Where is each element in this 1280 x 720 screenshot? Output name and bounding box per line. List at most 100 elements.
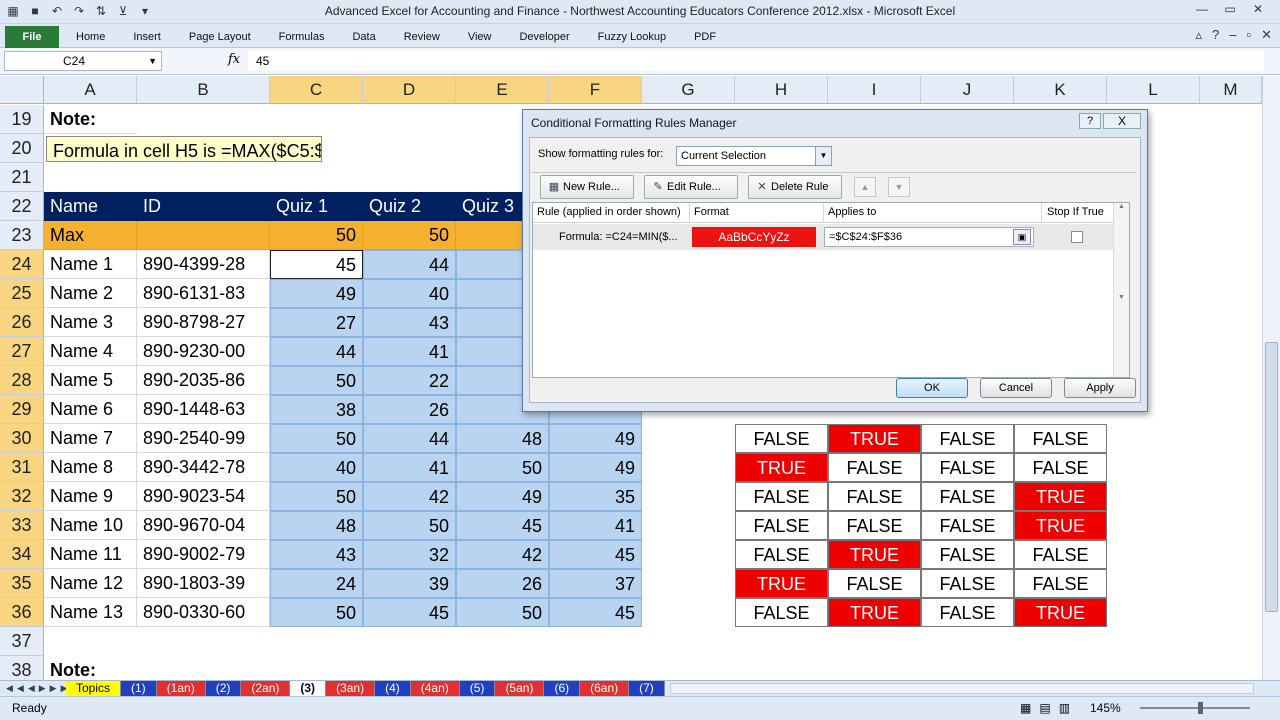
row-header[interactable]: 37 (0, 627, 44, 656)
sheet-tab[interactable]: (3) (290, 681, 327, 696)
quiz-score[interactable]: 41 (363, 337, 456, 366)
quiz-score[interactable]: 50 (456, 453, 549, 482)
row-header[interactable]: 24 (0, 250, 44, 279)
result-cell[interactable]: TRUE (1014, 511, 1107, 540)
quiz-score[interactable]: 38 (270, 395, 363, 424)
note-label[interactable]: Note: (44, 105, 137, 134)
quiz-score[interactable]: 49 (270, 279, 363, 308)
cancel-button[interactable]: Cancel (980, 378, 1052, 398)
sheet-tab[interactable]: Topics (66, 681, 122, 696)
row-header[interactable]: 28 (0, 366, 44, 395)
student-name[interactable]: Name 1 (44, 250, 137, 279)
result-cell[interactable]: FALSE (1014, 453, 1107, 482)
row-header[interactable]: 22 (0, 192, 44, 221)
column-header[interactable]: D (363, 76, 456, 104)
quiz-score[interactable]: 35 (549, 482, 642, 511)
result-cell[interactable]: FALSE (735, 540, 828, 569)
quiz-score[interactable]: 26 (456, 569, 549, 598)
result-cell[interactable]: FALSE (921, 598, 1014, 627)
stop-if-true-checkbox[interactable] (1071, 231, 1083, 243)
row-header[interactable]: 29 (0, 395, 44, 424)
student-id[interactable]: 890-4399-28 (137, 250, 270, 279)
quiz-score[interactable]: 26 (363, 395, 456, 424)
show-rules-select[interactable]: Current Selection ▼ (676, 146, 832, 166)
horizontal-scrollbar[interactable] (670, 683, 1254, 694)
row-header[interactable]: 33 (0, 511, 44, 540)
result-cell[interactable]: FALSE (735, 598, 828, 627)
result-cell[interactable]: TRUE (1014, 482, 1107, 511)
result-cell[interactable]: FALSE (1014, 569, 1107, 598)
sheet-tab[interactable]: (5) (459, 681, 496, 696)
result-cell[interactable]: TRUE (828, 598, 921, 627)
row-header[interactable]: 31 (0, 453, 44, 482)
row-header[interactable]: 30 (0, 424, 44, 453)
student-id[interactable]: 890-1448-63 (137, 395, 270, 424)
quiz-score[interactable]: 50 (270, 424, 363, 453)
move-down-icon[interactable]: ▼ (888, 177, 910, 197)
zoom-slider[interactable] (1140, 702, 1250, 714)
result-cell[interactable]: FALSE (735, 511, 828, 540)
ribbon-tab[interactable]: Fuzzy Lookup (584, 26, 680, 48)
ribbon-tab[interactable]: Page Layout (175, 26, 265, 48)
quiz-score[interactable]: 50 (456, 598, 549, 627)
quiz-score[interactable]: 40 (270, 453, 363, 482)
zoom-slider-handle[interactable] (1198, 702, 1203, 714)
column-header[interactable]: L (1107, 76, 1200, 104)
result-cell[interactable]: FALSE (921, 424, 1014, 453)
student-name[interactable]: Name 13 (44, 598, 137, 627)
sheet-tab[interactable]: (5an) (495, 681, 545, 696)
max-value[interactable]: 50 (363, 221, 456, 250)
ok-button[interactable]: OK (896, 378, 968, 398)
rules-scrollbar[interactable]: ▲ ▼ (1113, 203, 1129, 377)
ribbon-tab[interactable]: Home (62, 26, 119, 48)
tab-file[interactable]: File (5, 26, 59, 48)
sheet-tab[interactable]: (7) (629, 681, 665, 696)
formula-input[interactable]: 45 (248, 51, 1264, 71)
student-name[interactable]: Name 12 (44, 569, 137, 598)
max-label[interactable]: Max (44, 221, 137, 250)
ribbon-tab[interactable]: PDF (680, 26, 730, 48)
quiz-score[interactable]: 27 (270, 308, 363, 337)
quiz-score[interactable]: 45 (549, 540, 642, 569)
result-cell[interactable]: FALSE (921, 482, 1014, 511)
column-header[interactable]: M (1200, 76, 1262, 104)
table-header[interactable]: ID (137, 192, 270, 221)
sheet-tab[interactable]: (4an) (410, 681, 460, 696)
sheet-tab[interactable]: (1) (121, 681, 157, 696)
result-cell[interactable]: TRUE (735, 453, 828, 482)
result-cell[interactable]: TRUE (735, 569, 828, 598)
row-header[interactable]: 35 (0, 569, 44, 598)
result-cell[interactable]: FALSE (735, 482, 828, 511)
quiz-score[interactable]: 32 (363, 540, 456, 569)
student-name[interactable]: Name 9 (44, 482, 137, 511)
sheet-tab[interactable]: (1an) (156, 681, 206, 696)
quiz-score[interactable]: 48 (270, 511, 363, 540)
quiz-score[interactable]: 48 (456, 424, 549, 453)
insert-function-icon[interactable]: fx (228, 52, 240, 67)
row-header[interactable]: 36 (0, 598, 44, 627)
student-name[interactable]: Name 10 (44, 511, 137, 540)
quiz-score[interactable]: 42 (456, 540, 549, 569)
result-cell[interactable]: FALSE (1014, 540, 1107, 569)
column-header[interactable]: H (735, 76, 828, 104)
note-label-2[interactable]: Note: (44, 656, 137, 680)
result-cell[interactable]: TRUE (828, 540, 921, 569)
student-name[interactable]: Name 6 (44, 395, 137, 424)
result-cell[interactable]: FALSE (828, 511, 921, 540)
row-header[interactable]: 26 (0, 308, 44, 337)
range-picker-icon[interactable]: ▣ (1013, 229, 1031, 245)
row-header[interactable]: 21 (0, 163, 44, 192)
result-cell[interactable]: FALSE (828, 453, 921, 482)
quiz-score[interactable]: 39 (363, 569, 456, 598)
quiz-score[interactable]: 45 (549, 598, 642, 627)
ribbon-tab[interactable]: Developer (505, 26, 583, 48)
row-header[interactable]: 34 (0, 540, 44, 569)
column-header[interactable]: K (1014, 76, 1107, 104)
student-id[interactable]: 890-9230-00 (137, 337, 270, 366)
help-icon[interactable]: ? (1212, 27, 1219, 43)
column-header[interactable]: J (921, 76, 1014, 104)
quiz-score[interactable]: 50 (270, 598, 363, 627)
page-layout-view-icon[interactable]: ▤ (1039, 701, 1050, 715)
quiz-score[interactable]: 43 (270, 540, 363, 569)
ribbon-tab[interactable]: Formulas (265, 26, 339, 48)
